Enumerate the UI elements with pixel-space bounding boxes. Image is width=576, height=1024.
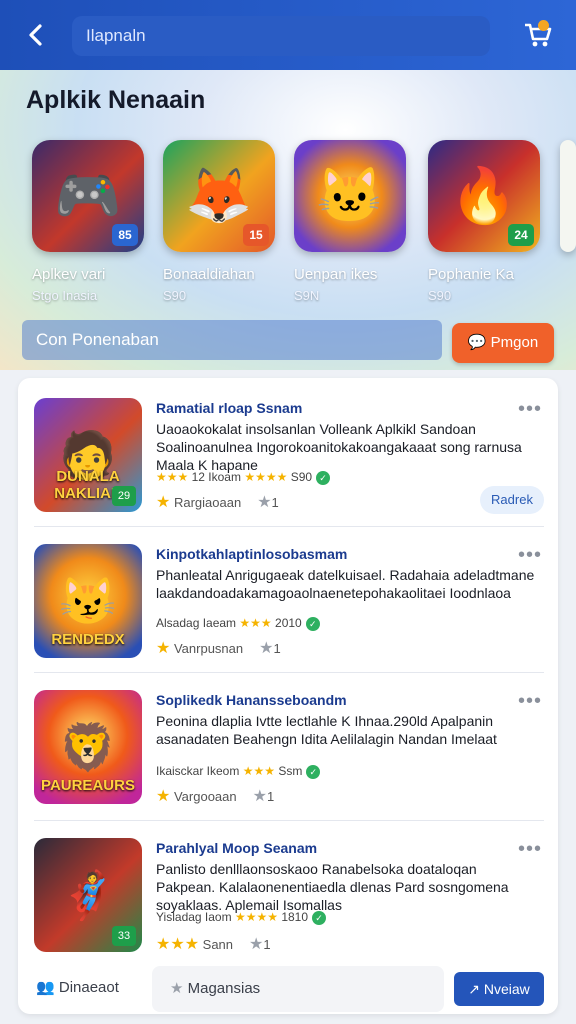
star-outline-icon: ★ — [259, 640, 274, 657]
nveiaw-button[interactable]: ↗ Nveiaw — [454, 972, 544, 1006]
featured-app-meta: S90 — [163, 288, 187, 303]
star-outline-icon: ★ — [249, 936, 264, 953]
list-item-description: Phanleatal Anrigugaeak datelkuisael. Rad… — [156, 567, 535, 601]
verified-icon: ✓ — [306, 765, 321, 779]
chat-action-label: Pmgon — [490, 334, 539, 351]
verified-icon: ✓ — [316, 471, 331, 485]
list-item-rating: Yisladag Iaom ★★★★ 1810 ✓ — [156, 910, 327, 925]
star-outline-icon: ★ — [257, 494, 272, 511]
more-options-icon[interactable]: ••• — [518, 691, 546, 712]
list-item-thumbnail[interactable]: 🦁 PAUREAURS — [34, 690, 142, 804]
list-item-description: Panlisto denlllaonsoskaoo Ranabelsoka do… — [156, 861, 509, 913]
list-item[interactable]: 😼 RENDEDX Kinpotkahlaptinlosobasmam ••• … — [18, 524, 558, 670]
star-rating-icon: ★★★★ — [234, 910, 278, 924]
list-item-thumbnail[interactable]: 🧑 DUNALA NAKLIAK 29 — [34, 398, 142, 512]
section-title: Aplkik Nenaain — [26, 86, 206, 114]
featured-app-1[interactable]: 🎮 85 — [32, 140, 144, 252]
featured-app-name: Bonaaldiahan — [163, 266, 255, 283]
featured-app-name: Pophanie Ka — [428, 266, 514, 283]
list-item[interactable]: 🦸 33 Parahlyal Moop Seanam ••• Panlisto … — [18, 818, 558, 964]
star-rating-icon: ★★★ — [239, 616, 272, 630]
list-item-thumbnail[interactable]: 😼 RENDEDX — [34, 544, 142, 658]
featured-app-5-partial[interactable] — [560, 140, 576, 252]
star-icon: ★ — [156, 640, 171, 657]
star-outline-icon: ★ — [252, 788, 267, 805]
featured-app-meta: S90 — [428, 288, 452, 303]
search-input[interactable]: Ilapnaln — [72, 16, 490, 56]
featured-app-meta: Stgo Inasia — [32, 288, 98, 303]
share-icon: ↗ — [468, 981, 484, 997]
star-rating-icon: ★★★ — [156, 470, 192, 484]
verified-icon: ✓ — [312, 911, 327, 925]
more-options-icon[interactable]: ••• — [518, 545, 546, 566]
chat-bubble-icon: 💬 — [467, 334, 491, 351]
list-item[interactable]: 🦁 PAUREAURS Soplikedk Hanansseboandm •••… — [18, 670, 558, 816]
subsection-label: Con Ponenaban — [22, 320, 442, 360]
list-item-description: Peonina dlaplia Ivtte lectlahle K Ihnaa.… — [156, 713, 497, 747]
thumbnail-badge: 29 — [112, 486, 136, 506]
magansias-button[interactable]: ★ Magansias — [152, 966, 444, 1012]
featured-app-name: Aplkev vari — [32, 266, 106, 283]
featured-app-4[interactable]: 🔥 24 — [428, 140, 540, 252]
list-item-rating: ★★★ 12 Ikoam ★★★★ S90 ✓ — [156, 470, 331, 485]
list-item-footer: ★ Rargiaoaan ★1 — [156, 494, 279, 511]
list-item-tag-chip[interactable]: Radrek — [480, 486, 544, 514]
thumbnail-caption: PAUREAURS — [41, 777, 135, 794]
star-icon: ★ — [156, 494, 171, 511]
list-item[interactable]: 🧑 DUNALA NAKLIAK 29 Ramatial rloap Ssnam… — [18, 378, 558, 524]
star-icon: ★★★ — [156, 936, 200, 953]
app-badge: 85 — [112, 224, 138, 246]
list-item-title[interactable]: Kinpotkahlaptinlosobasmam — [156, 546, 347, 562]
list-item-title[interactable]: Ramatial rloap Ssnam — [156, 400, 302, 416]
list-item-title[interactable]: Parahlyal Moop Seanam — [156, 840, 317, 856]
verified-icon: ✓ — [305, 617, 320, 631]
featured-app-3[interactable]: 🐱 — [294, 140, 406, 252]
list-item-description: Uaoaokokalat insolsanlan Volleank Aplkik… — [156, 421, 522, 473]
bottom-action-bar: 👥 Dinaeaot ★ Magansias ↗ Nveiaw — [18, 966, 558, 1012]
people-icon: 👥 — [36, 979, 59, 996]
star-icon: ★ — [156, 788, 171, 805]
more-options-icon[interactable]: ••• — [518, 399, 546, 420]
list-item-rating: Ikaisckar Ikeom ★★★ Ssm ✓ — [156, 764, 321, 779]
app-badge: 24 — [508, 224, 534, 246]
thumbnail-caption: RENDEDX — [51, 631, 125, 648]
chat-action-button[interactable]: 💬 Pmgon — [452, 323, 554, 363]
featured-app-meta: S9N — [294, 288, 320, 303]
star-rating-icon: ★★★ — [242, 764, 275, 778]
back-chevron-icon[interactable] — [22, 20, 48, 50]
app-badge: 15 — [243, 224, 269, 246]
list-item-footer: ★★★ Sann ★1 — [156, 936, 271, 953]
cart-notification-dot — [538, 20, 549, 31]
dinaeaot-button[interactable]: 👥 Dinaeaot — [36, 978, 119, 996]
star-outline-icon: ★ — [170, 980, 188, 997]
list-item-rating: Alsadag Iaeam ★★★ 2010 ✓ — [156, 616, 320, 631]
list-item-title[interactable]: Soplikedk Hanansseboandm — [156, 692, 347, 708]
list-item-footer: ★ Vanrpusnan ★1 — [156, 640, 281, 657]
list-item-thumbnail[interactable]: 🦸 33 — [34, 838, 142, 952]
list-item-footer: ★ Vargooaan ★1 — [156, 788, 275, 805]
cat-mascot-icon: 🐱 — [316, 165, 384, 226]
more-options-icon[interactable]: ••• — [518, 839, 546, 860]
thumbnail-badge: 33 — [112, 926, 136, 946]
featured-app-2[interactable]: 🦊 15 — [163, 140, 275, 252]
featured-app-name: Uenpan ikes — [294, 266, 378, 283]
